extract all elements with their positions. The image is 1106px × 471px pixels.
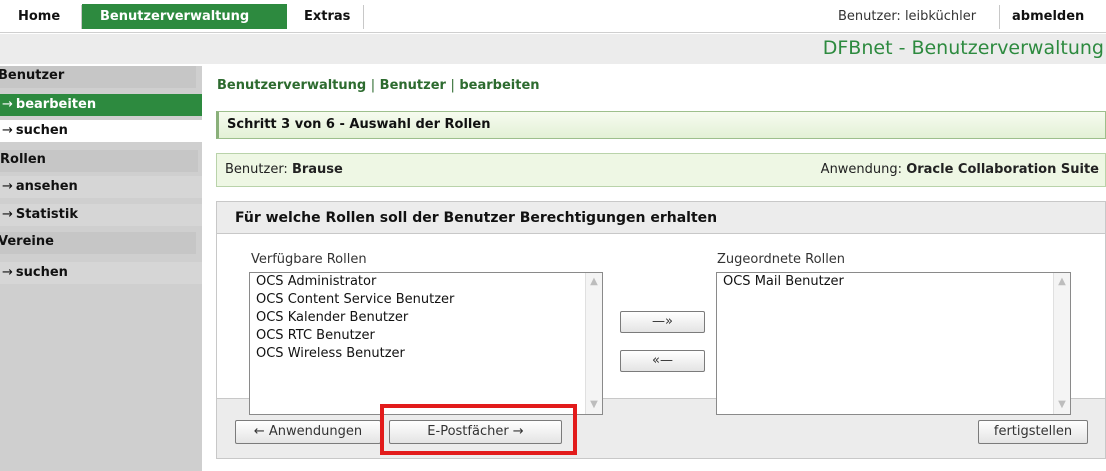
assigned-roles-list[interactable]: OCS Mail Benutzer ▲ ▼ <box>716 272 1071 415</box>
breadcrumb-item[interactable]: Benutzerverwaltung <box>217 78 366 93</box>
sidebar-item-bearbeiten[interactable]: → bearbeiten <box>0 94 202 116</box>
list-item[interactable]: OCS Administrator <box>250 273 602 291</box>
panel-title: Für welche Rollen soll der Benutzer Bere… <box>235 210 718 226</box>
logout-link[interactable]: abmelden <box>1012 4 1084 29</box>
list-item[interactable]: OCS Content Service Benutzer <box>250 291 602 309</box>
arrow-right-icon: → <box>2 179 13 194</box>
sidebar-item-statistik[interactable]: → Statistik <box>0 204 202 226</box>
arrow-right-icon: → <box>2 123 13 138</box>
tab-home[interactable]: Home <box>10 4 68 29</box>
finish-button[interactable]: fertigstellen <box>978 420 1088 444</box>
breadcrumb-separator: | <box>450 78 455 93</box>
list-item[interactable]: OCS Mail Benutzer <box>717 273 1070 291</box>
scrollbar[interactable]: ▲ ▼ <box>585 273 602 414</box>
scroll-down-icon[interactable]: ▼ <box>588 398 600 412</box>
scroll-up-icon[interactable]: ▲ <box>588 275 600 289</box>
remove-role-button[interactable]: «— <box>620 350 705 372</box>
tab-divider <box>363 5 364 29</box>
arrow-right-icon: → <box>2 207 13 222</box>
available-roles-label: Verfügbare Rollen <box>251 252 367 267</box>
tab-benutzerverwaltung[interactable]: Benutzerverwaltung <box>82 4 287 29</box>
tab-divider <box>999 5 1000 29</box>
list-item[interactable]: OCS Wireless Benutzer <box>250 345 602 363</box>
assigned-roles-label: Zugeordnete Rollen <box>717 252 846 267</box>
sidebar-item-ansehen[interactable]: → ansehen <box>0 176 202 198</box>
sidebar-section-rollen: Rollen <box>0 150 198 172</box>
sidebar-item-label: ansehen <box>15 179 78 194</box>
add-role-button[interactable]: —» <box>620 311 705 333</box>
roles-selection-area: Verfügbare Rollen OCS Administrator OCS … <box>217 233 1105 415</box>
arrow-right-icon: → <box>2 265 13 280</box>
sidebar: Benutzer → bearbeiten → suchen Rollen → ans… <box>0 66 202 471</box>
sidebar-item-benutzer-suchen[interactable]: → suchen <box>0 120 202 142</box>
sidebar-section-benutzer: Benutzer <box>0 66 196 88</box>
sidebar-section-vereine: Vereine <box>0 232 196 254</box>
arrow-right-icon: → <box>2 97 13 112</box>
logged-in-user: Benutzer: leibküchler <box>838 9 977 24</box>
top-navigation: Home Benutzerverwaltung Extras Benutzer:… <box>0 0 1106 33</box>
breadcrumb: Benutzerverwaltung | Benutzer | bearbeit… <box>217 78 540 93</box>
app-header: DFBnet - Benutzerverwaltung <box>0 34 1106 64</box>
scroll-down-icon[interactable]: ▼ <box>1056 398 1068 412</box>
list-item[interactable]: OCS Kalender Benutzer <box>250 309 602 327</box>
app-title: DFBnet - Benutzerverwaltung <box>822 37 1104 59</box>
application-info: Anwendung: Oracle Collaboration Suite <box>821 154 1099 186</box>
user-label: Benutzer: <box>225 162 288 177</box>
available-roles-list[interactable]: OCS Administrator OCS Content Service Be… <box>249 272 603 415</box>
tab-extras[interactable]: Extras <box>296 4 358 29</box>
sidebar-item-label: Statistik <box>15 207 78 222</box>
application-label: Anwendung: <box>820 162 903 177</box>
step-indicator: Schritt 3 von 6 - Auswahl der Rollen <box>216 111 1106 139</box>
sidebar-item-vereine-suchen[interactable]: → suchen <box>0 262 202 284</box>
application-value: Oracle Collaboration Suite <box>906 162 1099 177</box>
breadcrumb-item: bearbeiten <box>459 78 540 93</box>
user-info-bar: Benutzer: Brause Anwendung: Oracle Colla… <box>216 153 1106 187</box>
highlight-box <box>380 404 577 455</box>
sidebar-item-label: bearbeiten <box>15 97 97 112</box>
back-button[interactable]: ← Anwendungen <box>235 420 381 444</box>
sidebar-item-label: suchen <box>15 123 68 138</box>
breadcrumb-separator: | <box>370 78 376 93</box>
breadcrumb-item[interactable]: Benutzer <box>380 78 446 93</box>
sidebar-item-label: suchen <box>15 265 68 280</box>
scroll-up-icon[interactable]: ▲ <box>1056 275 1068 289</box>
roles-panel: Für welche Rollen soll der Benutzer Bere… <box>216 201 1106 459</box>
scrollbar[interactable]: ▲ ▼ <box>1053 273 1070 414</box>
user-value: Brause <box>291 162 343 177</box>
list-item[interactable]: OCS RTC Benutzer <box>250 327 602 345</box>
